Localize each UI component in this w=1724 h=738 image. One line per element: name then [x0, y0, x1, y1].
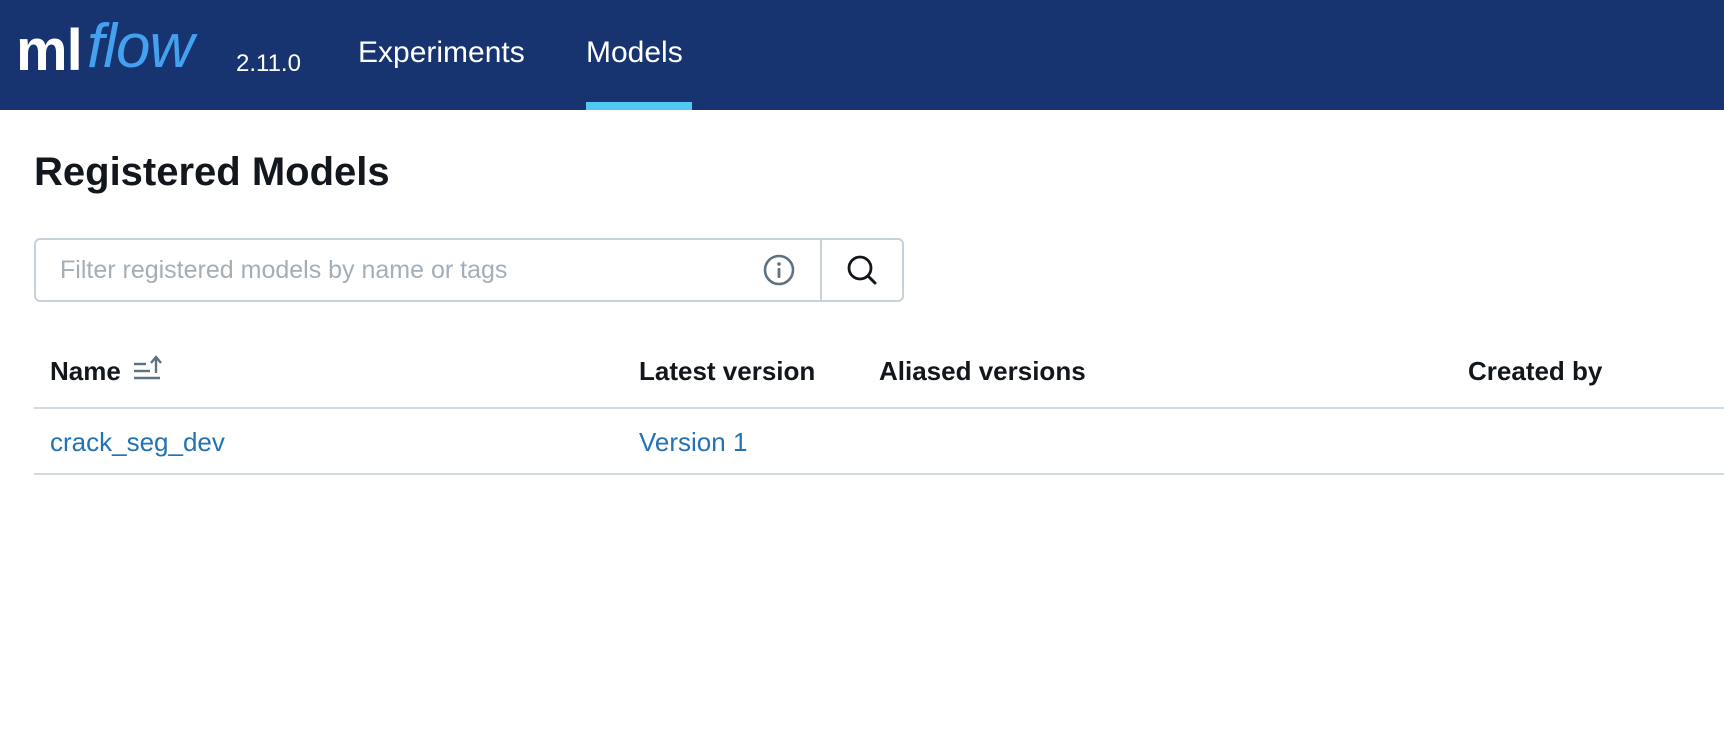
column-header-latest-version[interactable]: Latest version	[639, 358, 815, 384]
magnifier-icon	[847, 255, 877, 285]
info-circle-icon[interactable]	[762, 253, 796, 287]
column-header-aliased-versions[interactable]: Aliased versions	[879, 358, 1086, 384]
latest-version-link[interactable]: Version 1	[639, 429, 747, 455]
nav-tab-models[interactable]: Models	[586, 38, 683, 68]
active-tab-indicator	[586, 102, 692, 110]
search-button[interactable]	[822, 240, 902, 300]
page-title: Registered Models	[34, 150, 390, 194]
model-name-link[interactable]: crack_seg_dev	[50, 429, 225, 455]
top-navigation-bar: ml flow 2.11.0 Experiments Models	[0, 0, 1724, 110]
search-bar	[34, 238, 904, 302]
row-divider	[34, 473, 1724, 475]
sort-ascending-icon[interactable]	[132, 354, 166, 384]
version-label: 2.11.0	[236, 50, 301, 77]
logo-ml-text: ml	[16, 18, 83, 83]
logo-flow-text: flow	[87, 12, 194, 81]
column-header-created-by[interactable]: Created by	[1468, 358, 1602, 384]
filter-models-input[interactable]	[36, 240, 820, 300]
nav-tab-experiments[interactable]: Experiments	[358, 38, 525, 68]
column-header-name[interactable]: Name	[50, 358, 121, 384]
table-header-row: Name Latest version Aliased versions Cre…	[34, 336, 1724, 409]
table-row: crack_seg_dev Version 1	[34, 409, 1724, 475]
